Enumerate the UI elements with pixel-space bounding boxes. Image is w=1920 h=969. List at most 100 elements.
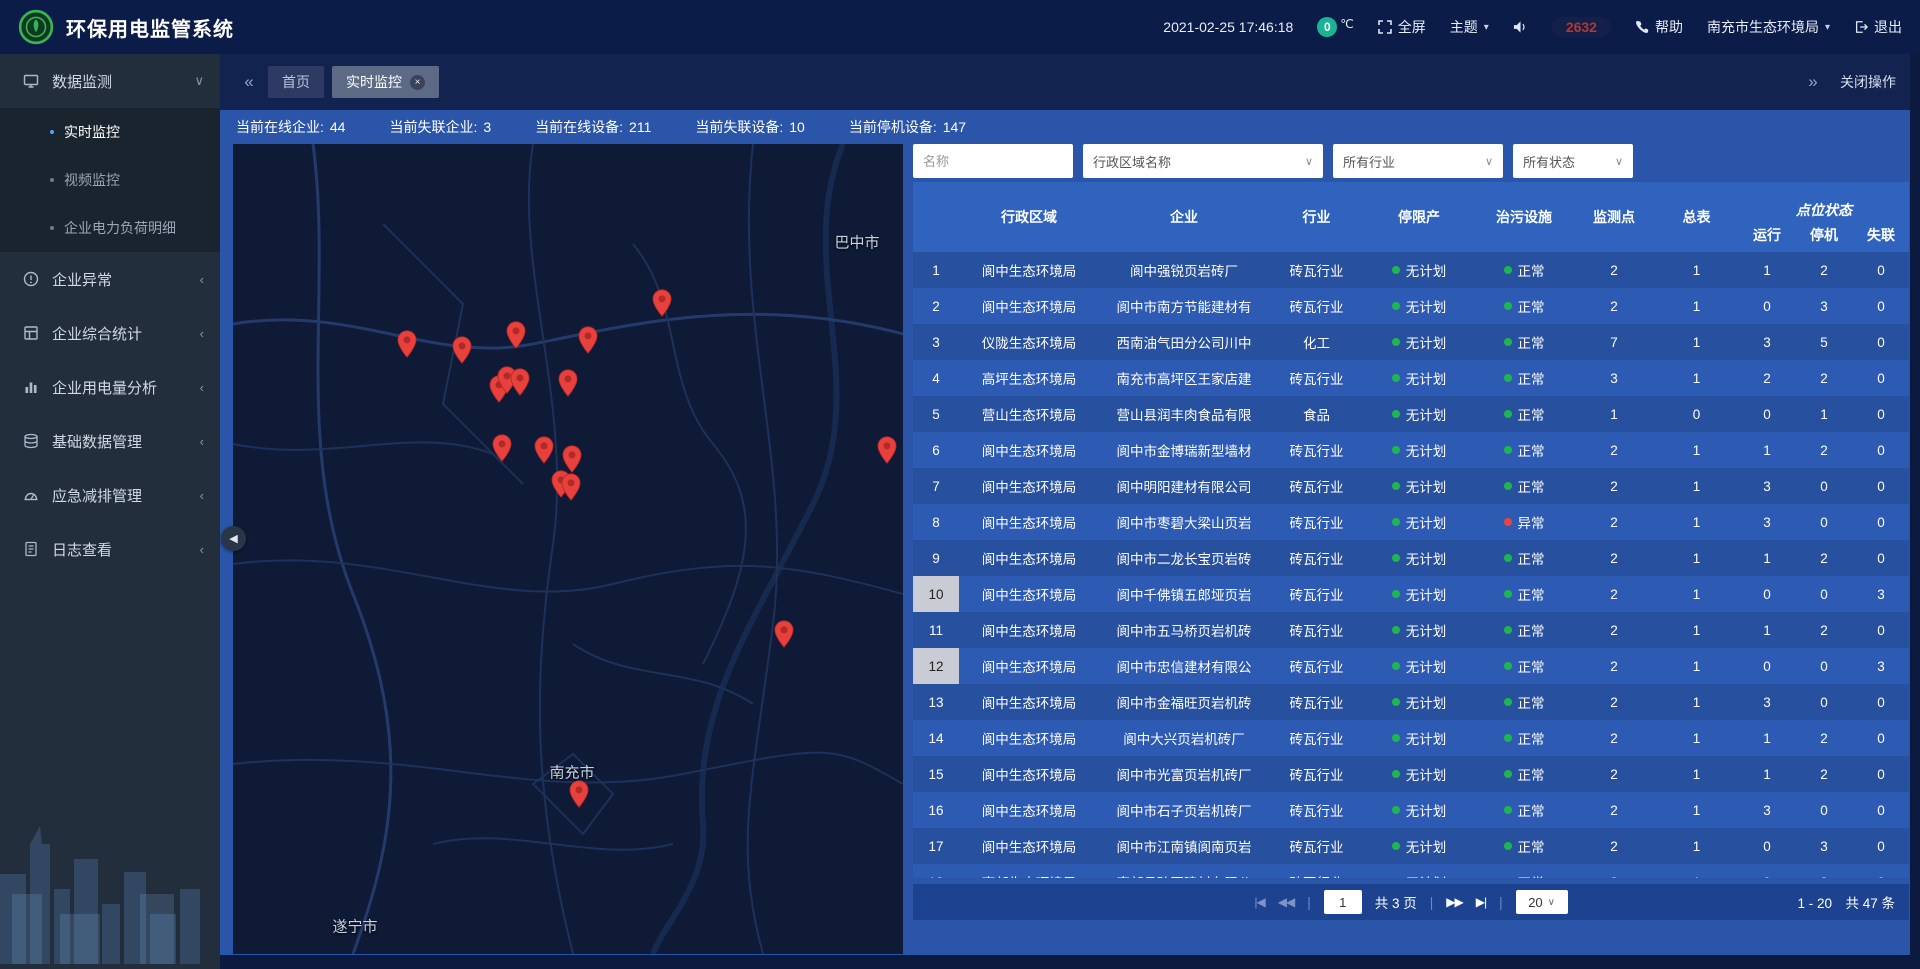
cell-region: 阆中生态环境局 — [959, 792, 1099, 828]
cell-run: 3 — [1739, 792, 1795, 828]
table-row[interactable]: 11阆中生态环境局阆中市五马桥页岩机砖砖瓦行业无计划正常21120 — [913, 612, 1909, 648]
sidebar-collapse-button[interactable]: ◀ — [221, 526, 246, 551]
chevron-icon: ‹ — [200, 488, 204, 503]
cell-limit: 无计划 — [1364, 648, 1474, 684]
page-number-input[interactable] — [1324, 890, 1362, 914]
status-dot-icon — [1504, 770, 1512, 778]
sidebar-item-2[interactable]: 企业异常‹ — [0, 252, 220, 306]
cell-run: 3 — [1739, 324, 1795, 360]
sidebar-item-5[interactable]: 基础数据管理‹ — [0, 414, 220, 468]
name-search-input[interactable] — [913, 144, 1073, 178]
tabs-scroll-right-icon[interactable]: » — [1798, 72, 1828, 92]
map-pin-icon[interactable] — [569, 780, 589, 808]
map-pin-icon[interactable] — [774, 620, 794, 648]
cell-company: 西南油气田分公司川中 — [1099, 324, 1269, 360]
cell-industry: 砖瓦行业 — [1269, 504, 1364, 540]
map-pin-icon[interactable] — [397, 330, 417, 358]
column-group-point-status: 点位状态 — [1739, 182, 1909, 222]
temperature-badge: 0 — [1317, 17, 1337, 37]
table-row[interactable]: 9阆中生态环境局阆中市二龙长宝页岩砖砖瓦行业无计划正常21120 — [913, 540, 1909, 576]
table-row[interactable]: 7阆中生态环境局阆中明阳建材有限公司砖瓦行业无计划正常21300 — [913, 468, 1909, 504]
map-pin-icon[interactable] — [510, 368, 530, 396]
tab-2[interactable]: 实时监控× — [332, 66, 439, 98]
map-pin-icon[interactable] — [877, 436, 897, 464]
cell-meters: 1 — [1654, 684, 1739, 720]
alarm-speaker-button[interactable] — [1513, 20, 1528, 34]
sidebar-subitem[interactable]: 实时监控 — [0, 108, 220, 156]
map-pin-icon[interactable] — [492, 434, 512, 462]
map-pin-icon[interactable] — [652, 289, 672, 317]
sidebar-item-4[interactable]: 企业用电量分析‹ — [0, 360, 220, 414]
sidebar-subitem[interactable]: 企业电力负荷明细 — [0, 204, 220, 252]
first-page-icon[interactable]: |◀ — [1254, 895, 1264, 909]
cell-run: 0 — [1739, 828, 1795, 864]
sidebar-item-label: 日志查看 — [52, 539, 112, 560]
last-page-icon[interactable]: ▶| — [1476, 895, 1486, 909]
logout-button[interactable]: 退出 — [1854, 17, 1902, 37]
status-dot-icon — [1504, 842, 1512, 850]
sidebar-item-1[interactable]: 数据监测∨ — [0, 54, 220, 108]
cell-points: 2 — [1574, 828, 1654, 864]
table-row[interactable]: 1阆中生态环境局阆中强锐页岩砖厂砖瓦行业无计划正常21120 — [913, 252, 1909, 288]
table-row[interactable]: 17阆中生态环境局阆中市江南镇阆南页岩砖瓦行业无计划正常21030 — [913, 828, 1909, 864]
region-select[interactable]: 行政区域名称 ∨ — [1083, 144, 1323, 178]
cell-points: 2 — [1574, 540, 1654, 576]
map-pin-icon[interactable] — [578, 326, 598, 354]
table-row[interactable]: 18南部生态环境局南部县砖瓦建材有限公砖瓦行业无计划正常21030 — [913, 864, 1909, 878]
tab-close-icon[interactable]: × — [410, 75, 425, 90]
table-row[interactable]: 14阆中生态环境局阆中大兴页岩机砖厂砖瓦行业无计划正常21120 — [913, 720, 1909, 756]
tab-1[interactable]: 首页 — [268, 66, 324, 98]
map-pin-icon[interactable] — [534, 436, 554, 464]
table-row[interactable]: 16阆中生态环境局阆中市石子页岩机砖厂砖瓦行业无计划正常21300 — [913, 792, 1909, 828]
sidebar-subitem-label: 企业电力负荷明细 — [64, 218, 176, 238]
column-header-limit: 停限产 — [1364, 182, 1474, 252]
table-row[interactable]: 10阆中生态环境局阆中千佛镇五郎垭页岩砖瓦行业无计划正常21003 — [913, 576, 1909, 612]
cell-region: 阆中生态环境局 — [959, 288, 1099, 324]
cell-meters: 1 — [1654, 756, 1739, 792]
map-panel[interactable]: 巴中市南充市遂宁市 — [233, 144, 903, 954]
map-pin-icon[interactable] — [562, 445, 582, 473]
org-dropdown[interactable]: 南充市生态环境局 ▾ — [1707, 17, 1830, 37]
table-row[interactable]: 5营山生态环境局营山县润丰肉食品有限食品无计划正常10010 — [913, 396, 1909, 432]
table-row[interactable]: 13阆中生态环境局阆中市金福旺页岩机砖砖瓦行业无计划正常21300 — [913, 684, 1909, 720]
tabs-scroll-left-icon[interactable]: « — [234, 72, 264, 92]
status-dot-icon — [1392, 266, 1400, 274]
alarm-count-badge[interactable]: 2632 — [1552, 17, 1611, 37]
total-pages-label: 共 3 页 — [1375, 892, 1417, 912]
table-row[interactable]: 3仪陇生态环境局西南油气田分公司川中化工无计划正常71350 — [913, 324, 1909, 360]
next-page-icon[interactable]: ▶▶ — [1446, 895, 1462, 909]
cell-stop: 0 — [1795, 648, 1853, 684]
table-row[interactable]: 12阆中生态环境局阆中市忠信建材有限公砖瓦行业无计划正常21003 — [913, 648, 1909, 684]
cell-lost: 0 — [1853, 792, 1909, 828]
cell-index: 11 — [913, 612, 959, 648]
prev-page-icon[interactable]: ◀◀ — [1278, 895, 1294, 909]
table-row[interactable]: 4高坪生态环境局南充市高坪区王家店建砖瓦行业无计划正常31220 — [913, 360, 1909, 396]
cell-stop: 5 — [1795, 324, 1853, 360]
map-pin-icon[interactable] — [506, 321, 526, 349]
help-button[interactable]: 帮助 — [1635, 17, 1683, 37]
sidebar-subitem[interactable]: 视频监控 — [0, 156, 220, 204]
gauge-icon — [22, 486, 40, 504]
map-pin-icon[interactable] — [558, 369, 578, 397]
theme-dropdown[interactable]: 主题 ▾ — [1450, 17, 1489, 37]
table-row[interactable]: 15阆中生态环境局阆中市光富页岩机砖厂砖瓦行业无计划正常21120 — [913, 756, 1909, 792]
alert-icon — [22, 270, 40, 288]
table-row[interactable]: 2阆中生态环境局阆中市南方节能建材有砖瓦行业无计划正常21030 — [913, 288, 1909, 324]
cell-index: 13 — [913, 684, 959, 720]
map-pin-icon[interactable] — [561, 473, 581, 501]
sidebar-item-7[interactable]: 日志查看‹ — [0, 522, 220, 576]
industry-select[interactable]: 所有行业 ∨ — [1333, 144, 1503, 178]
fullscreen-button[interactable]: 全屏 — [1378, 17, 1426, 37]
chevron-icon: ∨ — [194, 73, 204, 89]
status-select[interactable]: 所有状态 ∨ — [1513, 144, 1633, 178]
table-body: 1阆中生态环境局阆中强锐页岩砖厂砖瓦行业无计划正常211202阆中生态环境局阆中… — [913, 252, 1909, 878]
table-row[interactable]: 8阆中生态环境局阆中市枣碧大梁山页岩砖瓦行业无计划异常21300 — [913, 504, 1909, 540]
cell-stop: 3 — [1795, 864, 1853, 878]
sidebar-item-3[interactable]: 企业综合统计‹ — [0, 306, 220, 360]
cell-region: 阆中生态环境局 — [959, 756, 1099, 792]
page-size-select[interactable]: 20 ∨ — [1516, 890, 1568, 914]
close-operations-button[interactable]: 关闭操作 — [1840, 72, 1896, 92]
map-pin-icon[interactable] — [452, 336, 472, 364]
table-row[interactable]: 6阆中生态环境局阆中市金博瑞新型墙材砖瓦行业无计划正常21120 — [913, 432, 1909, 468]
sidebar-item-6[interactable]: 应急减排管理‹ — [0, 468, 220, 522]
